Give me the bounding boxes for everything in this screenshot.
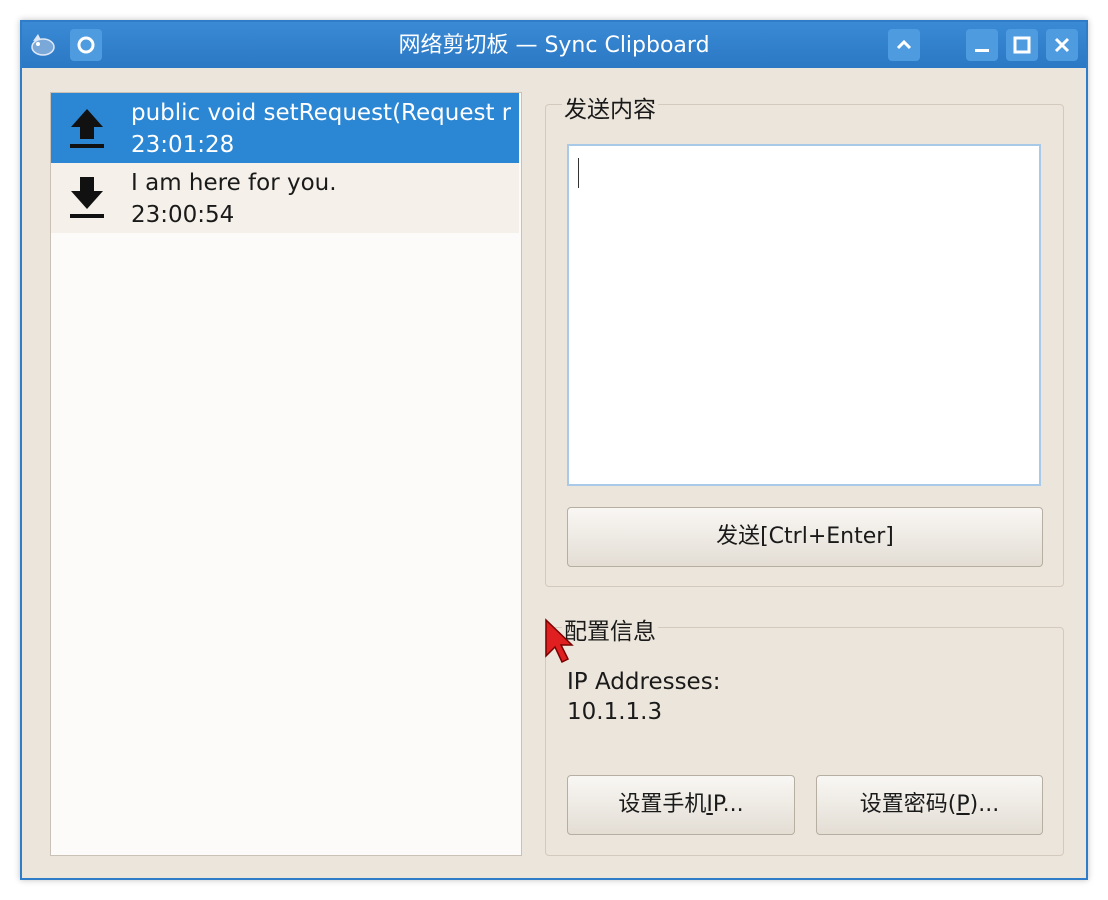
set-password-button[interactable]: 设置密码(P)...: [816, 775, 1043, 835]
title-bar[interactable]: 网络剪切板 — Sync Clipboard: [22, 22, 1086, 68]
history-item[interactable]: public void setRequest(Request r 23:01:2…: [51, 93, 519, 163]
set-phone-ip-label-suffix: P...: [712, 792, 744, 817]
set-password-label-suffix: )...: [969, 792, 1000, 817]
ip-address-value: 10.1.1.3: [567, 699, 663, 725]
set-phone-ip-button[interactable]: 设置手机IP...: [567, 775, 795, 835]
minimize-icon[interactable]: [966, 29, 998, 61]
download-icon: [70, 177, 104, 218]
upload-icon: [70, 109, 104, 148]
close-icon[interactable]: [1046, 29, 1078, 61]
text-caret: [578, 158, 579, 188]
history-item-text: I am here for you.: [131, 170, 337, 196]
history-item-time: 23:01:28: [131, 132, 235, 158]
history-item[interactable]: I am here for you. 23:00:54: [51, 163, 519, 233]
set-phone-ip-label: 设置手机: [618, 792, 707, 817]
sync-clipboard-window: 网络剪切板 — Sync Clipboard public void setRe…: [20, 20, 1088, 880]
ip-addresses-label: IP Addresses:: [567, 669, 721, 695]
send-button[interactable]: 发送[Ctrl+Enter]: [567, 507, 1043, 567]
config-info-title: 配置信息: [562, 618, 658, 646]
history-item-text: public void setRequest(Request r: [131, 100, 511, 126]
chevron-up-icon[interactable]: [888, 29, 920, 61]
maximize-icon[interactable]: [1006, 29, 1038, 61]
window-title: 网络剪切板 — Sync Clipboard: [398, 33, 710, 58]
mouse-pointer-icon: [545, 618, 574, 664]
history-item-time: 23:00:54: [131, 202, 235, 228]
send-content-input[interactable]: [567, 144, 1041, 486]
clipboard-history-list[interactable]: public void setRequest(Request r 23:01:2…: [50, 92, 522, 856]
set-password-mnemonic: P: [956, 792, 970, 817]
send-content-title: 发送内容: [562, 96, 658, 124]
set-password-label: 设置密码(: [859, 792, 957, 817]
